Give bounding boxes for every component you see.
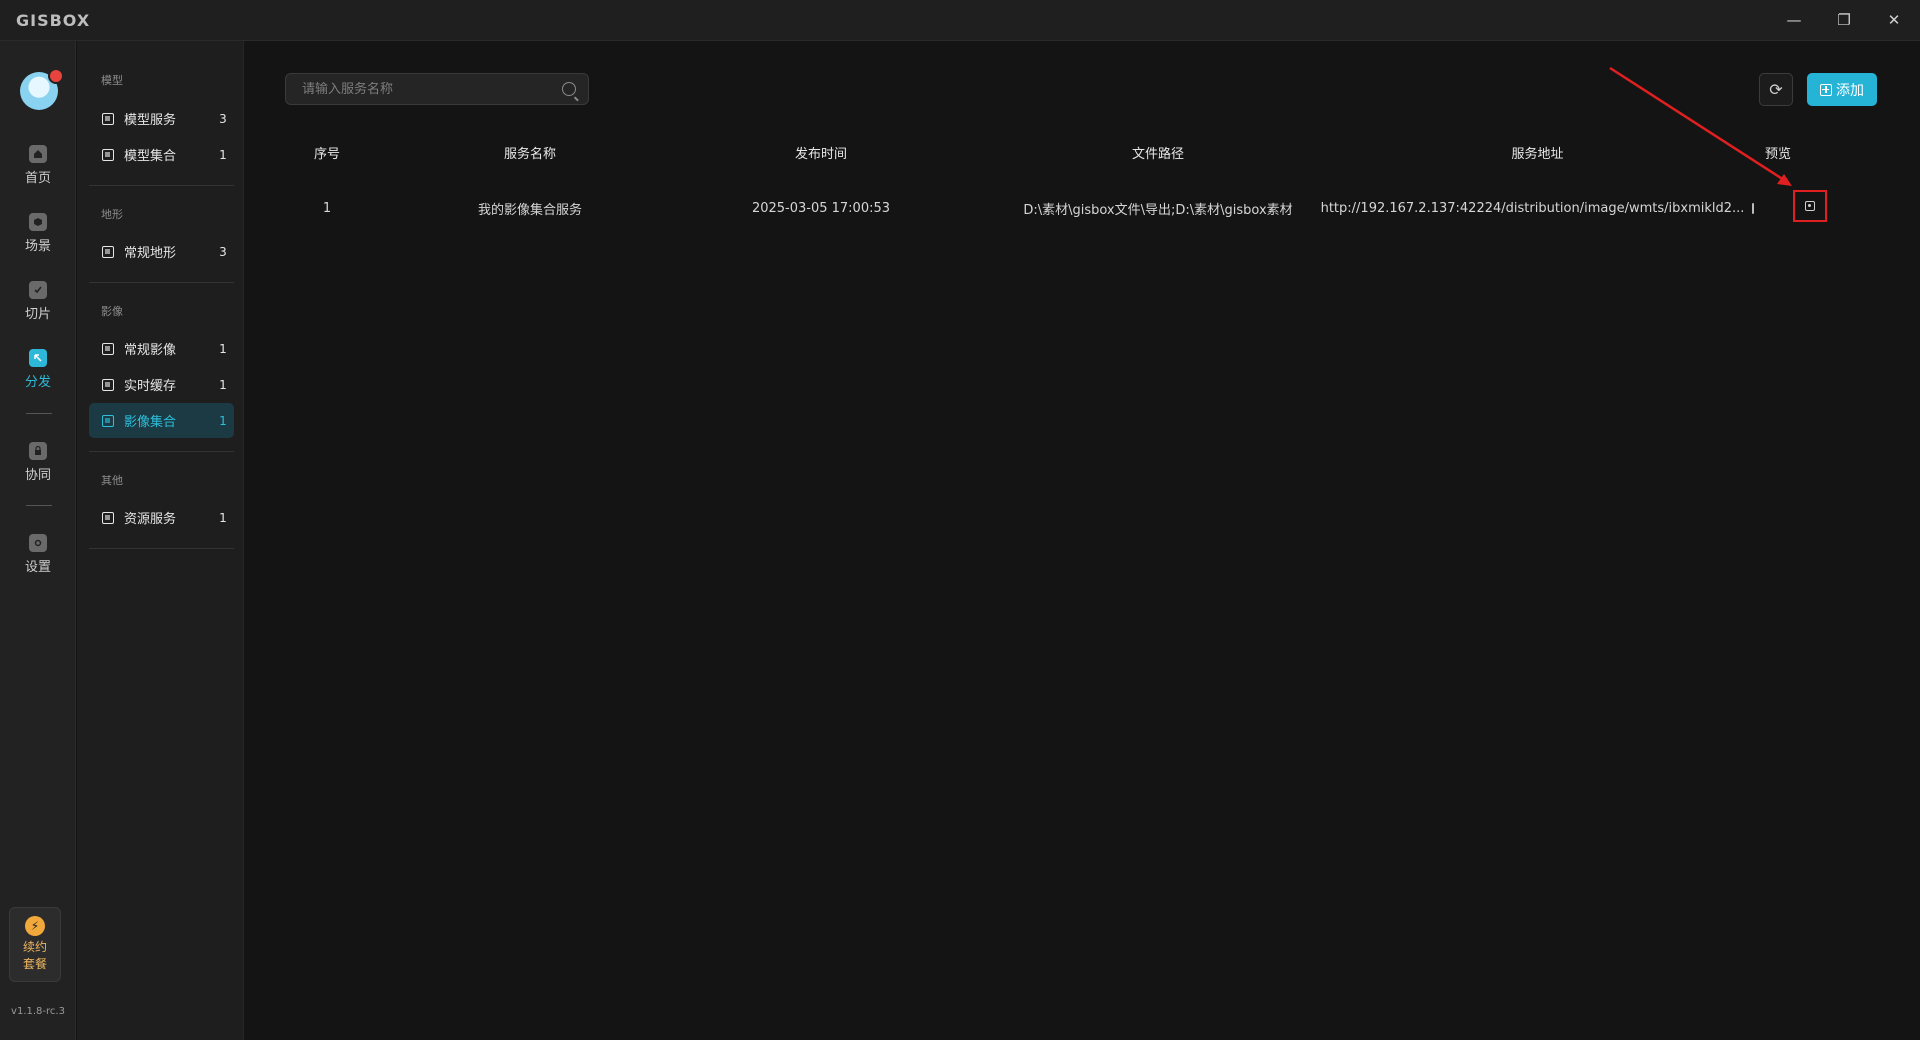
add-icon (1820, 83, 1832, 96)
nav-divider (89, 548, 234, 549)
row-file-path: D:\素材\gisbox文件\导出;D:\素材\gisbox素材 (1023, 202, 1293, 218)
service-category-nav: 模型 模型服务 3 模型集合 1 地形 常规地形 3 影像 常规影像 1 实时缓… (77, 41, 244, 1040)
nav-item-count: 3 (219, 111, 227, 126)
table-header: 序号 服务名称 发布时间 文件路径 服务地址 预览 (270, 132, 1900, 172)
column-header-name: 服务名称 (503, 146, 556, 162)
nav-item-count: 1 (219, 510, 227, 525)
nav-group-title: 模型 (101, 74, 123, 87)
lock-icon (29, 441, 47, 460)
column-header-index: 序号 (313, 146, 340, 162)
slice-icon (29, 280, 47, 299)
nav-divider (89, 185, 234, 186)
nav-item-model-service[interactable]: 模型服务 3 (89, 101, 234, 136)
nav-item-image[interactable]: 常规影像 1 (89, 331, 234, 366)
rail-label: 首页 (24, 170, 51, 186)
image-icon (102, 414, 114, 427)
image-icon (102, 342, 114, 355)
nav-item-count: 3 (219, 244, 227, 259)
nav-item-label: 常规影像 (124, 343, 177, 358)
nav-item-label: 实时缓存 (124, 379, 177, 394)
add-button-label: 添加 (1836, 82, 1864, 99)
image-icon (102, 378, 114, 391)
service-search (285, 73, 589, 105)
renew-plan-line1: 续约 (22, 940, 47, 954)
service-address-text: http://192.167.2.137:42224/distribution/… (1320, 200, 1745, 216)
renew-plan-label: 续约 套餐 (23, 939, 47, 973)
search-icon[interactable] (562, 82, 576, 96)
nav-item-label: 常规地形 (124, 246, 177, 261)
lightning-icon: ⚡ (25, 916, 45, 936)
model-icon (102, 148, 114, 161)
rail-item-settings[interactable]: 设置 (0, 526, 76, 582)
rail-label: 分发 (24, 374, 51, 390)
home-icon (29, 144, 47, 163)
rail-divider (26, 505, 52, 506)
app-logo: GISBOX (16, 11, 91, 30)
add-button[interactable]: 添加 (1807, 73, 1877, 106)
nav-item-realtime-cache[interactable]: 实时缓存 1 (89, 367, 234, 402)
column-header-path: 文件路径 (1131, 146, 1184, 162)
user-avatar[interactable] (20, 68, 64, 110)
row-service-name: 我的影像集合服务 (477, 202, 582, 218)
scene-icon (29, 212, 47, 231)
model-icon (102, 112, 114, 125)
resource-icon (102, 511, 114, 524)
nav-item-label: 模型集合 (124, 149, 177, 164)
nav-item-count: 1 (219, 341, 227, 356)
table-row[interactable]: 1 我的影像集合服务 2025-03-05 17:00:53 D:\素材\gis… (270, 188, 1900, 228)
nav-item-count: 1 (219, 413, 227, 428)
nav-item-count: 1 (219, 377, 227, 392)
title-bar: GISBOX — ❐ ✕ (0, 0, 1920, 41)
rail-label: 场景 (24, 238, 51, 254)
row-published-time: 2025-03-05 17:00:53 (751, 200, 891, 216)
nav-item-resource-service[interactable]: 资源服务 1 (89, 500, 234, 535)
nav-item-label: 影像集合 (124, 415, 177, 430)
nav-item-terrain[interactable]: 常规地形 3 (89, 234, 234, 269)
row-index: 1 (322, 200, 332, 216)
column-header-address: 服务地址 (1511, 146, 1564, 162)
renew-plan-button[interactable]: ⚡ 续约 套餐 (9, 907, 61, 982)
app-version: v1.1.8-rc.3 (11, 1006, 65, 1017)
notification-badge (48, 68, 64, 84)
close-button[interactable]: ✕ (1874, 6, 1914, 34)
rail-item-scene[interactable]: 场景 (0, 205, 76, 261)
rail-label: 设置 (24, 559, 51, 575)
nav-item-label: 资源服务 (124, 512, 177, 527)
rail-item-collaborate[interactable]: 协同 (0, 434, 76, 490)
nav-group-title: 影像 (101, 305, 123, 318)
rail-item-slice[interactable]: 切片 (0, 273, 76, 329)
primary-rail: 首页 场景 切片 分发 协同 设置 ⚡ 续约 套餐 v1.1.8-rc.3 (0, 41, 76, 1040)
rail-item-home[interactable]: 首页 (0, 137, 76, 193)
column-header-published: 发布时间 (794, 146, 847, 162)
nav-item-image-collection[interactable]: 影像集合 1 (89, 403, 234, 438)
nav-item-label: 模型服务 (124, 113, 177, 128)
nav-group-title: 地形 (101, 208, 123, 221)
terrain-icon (102, 245, 114, 258)
preview-button[interactable] (1793, 190, 1827, 222)
settings-icon (29, 533, 47, 552)
refresh-button[interactable]: ⟳ (1759, 73, 1793, 106)
copy-icon[interactable] (1752, 202, 1755, 214)
nav-item-model-collection[interactable]: 模型集合 1 (89, 137, 234, 172)
nav-divider (89, 282, 234, 283)
nav-item-count: 1 (219, 147, 227, 162)
restore-button[interactable]: ❐ (1824, 6, 1864, 34)
preview-icon (1805, 201, 1815, 211)
column-header-preview: 预览 (1765, 146, 1792, 162)
row-service-address: http://192.167.2.137:42224/distribution/… (1321, 188, 1755, 228)
minimize-button[interactable]: — (1774, 6, 1814, 34)
renew-plan-line2: 套餐 (22, 957, 47, 971)
rail-label: 协同 (24, 467, 51, 483)
nav-group-title: 其他 (101, 474, 123, 487)
rail-item-distribute[interactable]: 分发 (0, 341, 76, 397)
rail-divider (26, 413, 52, 414)
search-input[interactable] (302, 81, 562, 97)
nav-divider (89, 451, 234, 452)
rail-label: 切片 (24, 306, 51, 322)
distribute-icon (29, 348, 47, 367)
service-table: 序号 服务名称 发布时间 文件路径 服务地址 预览 1 我的影像集合服务 202… (270, 132, 1900, 228)
